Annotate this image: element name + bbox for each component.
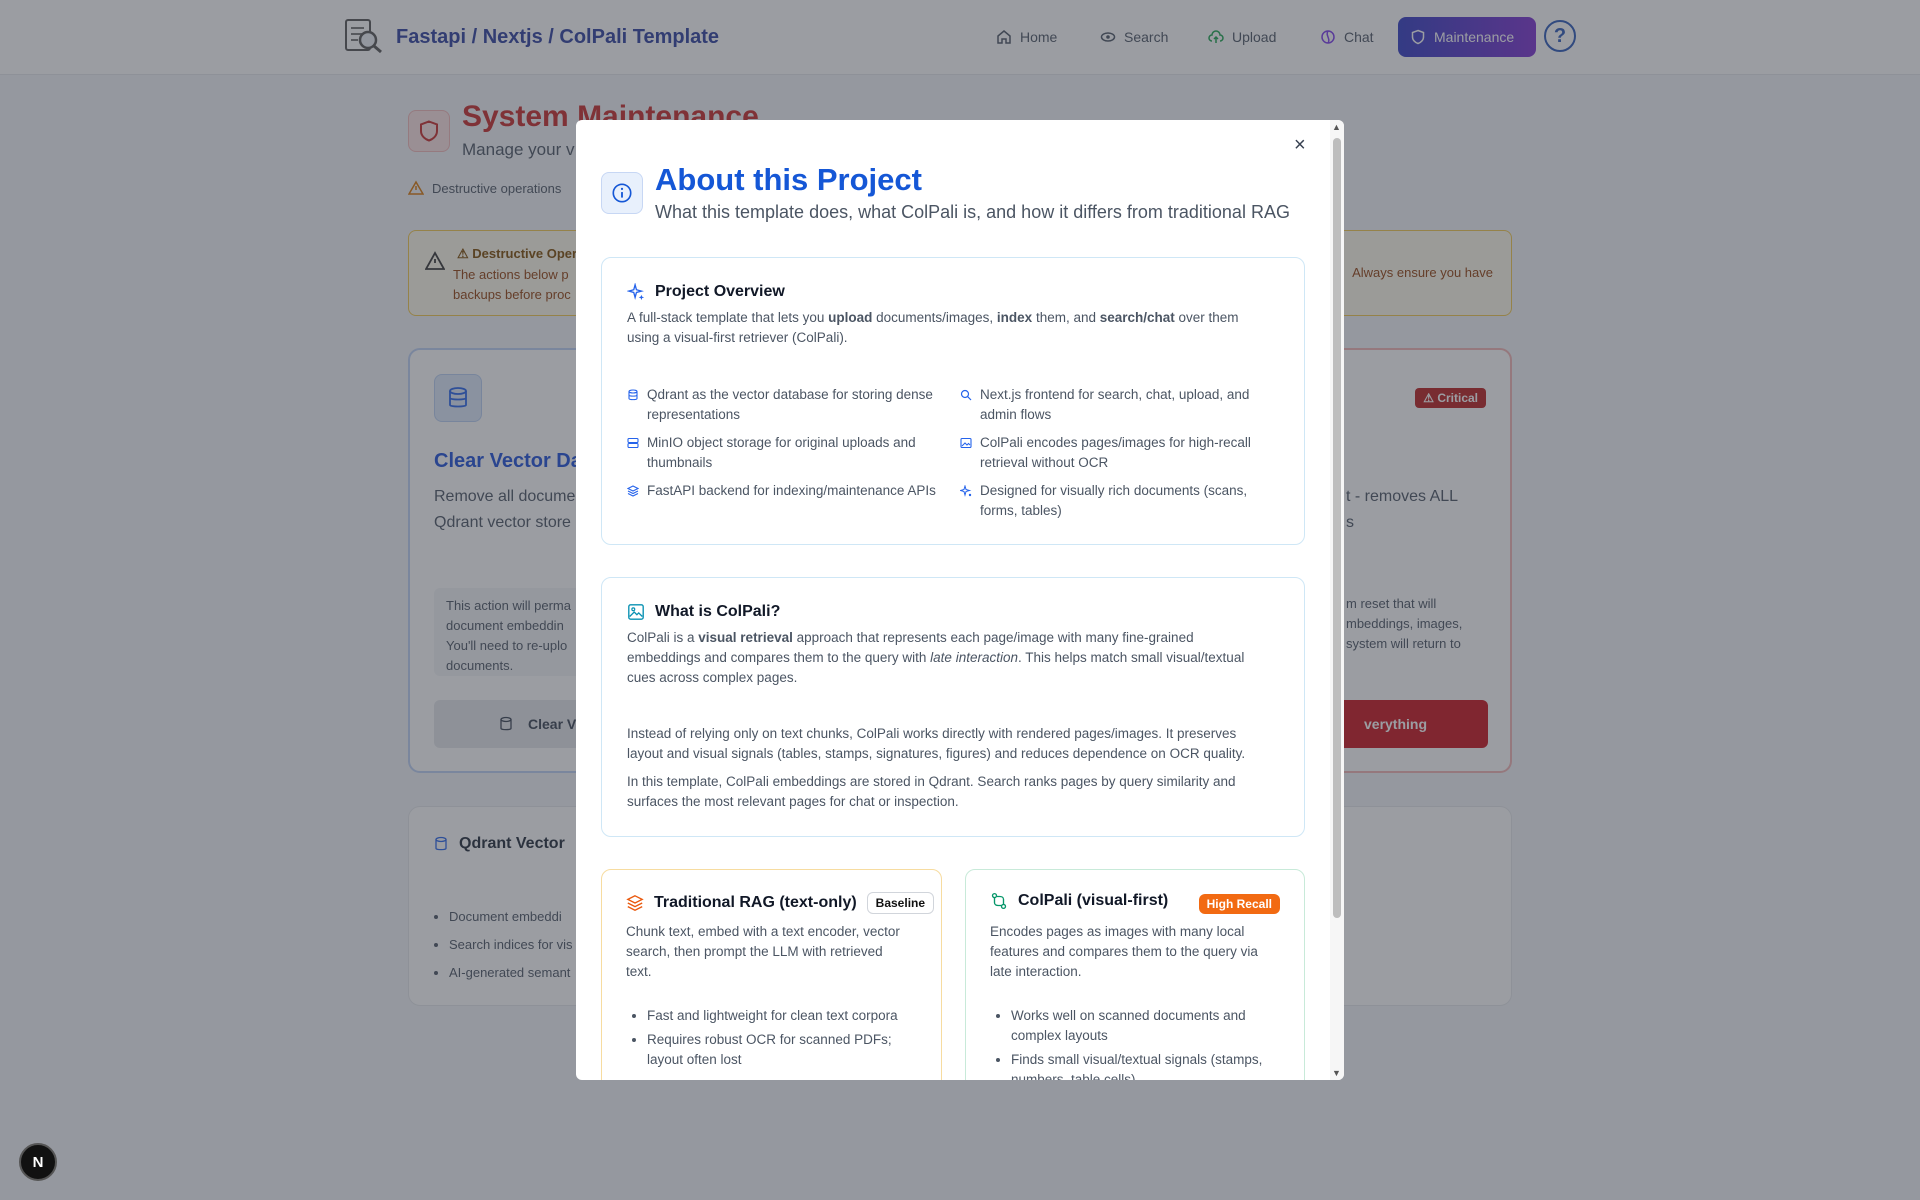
list-item: Finds small visual/textual signals (stam… [1011, 1050, 1262, 1080]
sparkles-icon [960, 485, 972, 497]
p2-line: layout and visual signals (tables, stamp… [627, 746, 1246, 761]
what-is-colpali-section: What is ColPali? ColPali is a visual ret… [601, 577, 1305, 837]
project-overview-section: Project Overview A full-stack template t… [601, 257, 1305, 545]
scroll-down-icon[interactable]: ▼ [1332, 1068, 1341, 1078]
colpali-title: What is ColPali? [655, 603, 781, 620]
rag-desc-line: Chunk text, embed with a text encoder, v… [626, 924, 900, 939]
feature-line: thumbnails [647, 455, 713, 470]
baseline-badge: Baseline [866, 892, 935, 914]
colpali-paragraph-2: Instead of relying only on text chunks, … [627, 724, 1307, 764]
feature-designed: Designed for visually rich documents (sc… [960, 481, 1280, 521]
feature-line: admin flows [980, 407, 1052, 422]
feature-fastapi: FastAPI backend for indexing/maintenance… [627, 481, 957, 501]
project-overview-heading: Project Overview [627, 283, 785, 301]
p1-part: cues across complex pages. [627, 670, 798, 685]
info-icon [601, 172, 643, 214]
modal-subtitle: What this template does, what ColPali is… [655, 202, 1290, 222]
p3-line: surfaces the most relevant pages for cha… [627, 794, 959, 809]
git-compare-icon [991, 892, 1007, 910]
list-item: Fast and lightweight for clean text corp… [647, 1006, 898, 1026]
intro-part: them, and [1032, 310, 1100, 325]
project-overview-title: Project Overview [655, 283, 785, 300]
sparkles-icon [627, 283, 645, 301]
database-icon [628, 389, 638, 401]
p2-line: Instead of relying only on text chunks, … [627, 726, 1237, 741]
visual-heading: ColPali (visual-first) [990, 892, 1168, 910]
close-icon[interactable]: × [1294, 134, 1306, 157]
bullet-line: Requires robust OCR for scanned PDFs; [647, 1032, 892, 1047]
bullet-line: complex layouts [1011, 1028, 1108, 1043]
p1-part: approach that represents each page/image… [792, 630, 1194, 645]
feature-nextjs: Next.js frontend for search, chat, uploa… [960, 385, 1280, 425]
visual-desc-line: late interaction. [990, 964, 1082, 979]
feature-text: Designed for visually rich documents (sc… [980, 481, 1247, 521]
bullet-line: Works well on scanned documents and [1011, 1008, 1246, 1023]
visual-desc-line: Encodes pages as images with many local [990, 924, 1245, 939]
image-icon [960, 437, 972, 449]
feature-line: ColPali encodes pages/images for high-re… [980, 435, 1251, 450]
p1-italic: late interaction [930, 650, 1018, 665]
intro-line-2: using a visual-first retriever (ColPali)… [627, 330, 848, 345]
feature-line: MinIO object storage for original upload… [647, 435, 916, 450]
traditional-rag-card: Traditional RAG (text-only) Baseline Chu… [601, 869, 942, 1080]
rag-desc: Chunk text, embed with a text encoder, v… [626, 922, 900, 982]
overview-intro: A full-stack template that lets you uplo… [627, 308, 1239, 348]
scroll-up-icon[interactable]: ▲ [1332, 122, 1341, 132]
p1-part: embeddings and compares them to the quer… [627, 650, 931, 665]
feature-line: Qdrant as the vector database for storin… [647, 387, 933, 402]
feature-text: FastAPI backend for indexing/maintenance… [647, 483, 936, 498]
intro-bold-upload: upload [828, 310, 873, 325]
visual-bullets: Works well on scanned documents and compl… [1011, 1006, 1262, 1080]
bullet-line: Finds small visual/textual signals (stam… [1011, 1052, 1263, 1067]
rag-heading: Traditional RAG (text-only) Baseline [626, 892, 935, 914]
intro-part: A full-stack template that lets you [627, 310, 829, 325]
feature-qdrant: Qdrant as the vector database for storin… [627, 385, 947, 425]
about-modal: × About this Project What this template … [576, 120, 1344, 1080]
search-icon [960, 389, 972, 401]
visual-title: ColPali (visual-first) [1018, 892, 1169, 909]
visual-desc: Encodes pages as images with many local f… [990, 922, 1258, 982]
server-icon [627, 437, 639, 449]
intro-part: over them [1174, 310, 1239, 325]
visual-desc-line: features and compares them to the query … [990, 944, 1258, 959]
feature-line: Next.js frontend for search, chat, uploa… [980, 387, 1250, 402]
feature-line: forms, tables) [980, 503, 1062, 518]
rag-desc-line: text. [626, 964, 652, 979]
intro-bold-search: search/chat [1099, 310, 1175, 325]
p1-part: ColPali is a [627, 630, 699, 645]
colpali-visual-card: ColPali (visual-first) High Recall Encod… [965, 869, 1305, 1080]
list-item: Requires robust OCR for scanned PDFs; lay… [647, 1030, 898, 1070]
layers-icon [627, 485, 639, 497]
p3-line: In this template, ColPali embeddings are… [627, 774, 1236, 789]
layers-icon [626, 895, 644, 911]
scrollbar-thumb[interactable] [1333, 138, 1341, 918]
feature-colpali: ColPali encodes pages/images for high-re… [960, 433, 1280, 473]
colpali-paragraph-1: ColPali is a visual retrieval approach t… [627, 628, 1287, 688]
image-icon [628, 604, 644, 620]
rag-title: Traditional RAG (text-only) [654, 894, 857, 911]
next-dev-tools-button[interactable]: N [19, 1143, 57, 1181]
feature-line: Designed for visually rich documents (sc… [980, 483, 1248, 498]
feature-text: MinIO object storage for original upload… [647, 433, 916, 473]
rag-desc-line: search, then prompt the LLM with retriev… [626, 944, 883, 959]
intro-part: documents/images, [872, 310, 997, 325]
bullet-line: numbers, table cells) [1011, 1072, 1136, 1080]
feature-text: Next.js frontend for search, chat, uploa… [980, 385, 1249, 425]
feature-line: representations [647, 407, 741, 422]
colpali-heading: What is ColPali? [627, 603, 780, 621]
colpali-paragraph-3: In this template, ColPali embeddings are… [627, 772, 1307, 812]
feature-minio: MinIO object storage for original upload… [627, 433, 947, 473]
list-item: Works well on scanned documents and compl… [1011, 1006, 1262, 1046]
rag-bullets: Fast and lightweight for clean text corp… [647, 1006, 898, 1074]
feature-text: ColPali encodes pages/images for high-re… [980, 433, 1251, 473]
modal-scrollbar[interactable]: ▲ ▼ [1330, 120, 1344, 1080]
bullet-line: layout often lost [647, 1052, 742, 1067]
p1-bold: visual retrieval [698, 630, 793, 645]
intro-bold-index: index [996, 310, 1033, 325]
feature-text: Qdrant as the vector database for storin… [647, 385, 933, 425]
feature-line: retrieval without OCR [980, 455, 1109, 470]
high-recall-badge: High Recall [1198, 894, 1280, 914]
p1-part: . This helps match small visual/textual [1017, 650, 1245, 665]
modal-title: About this Project [655, 162, 922, 197]
